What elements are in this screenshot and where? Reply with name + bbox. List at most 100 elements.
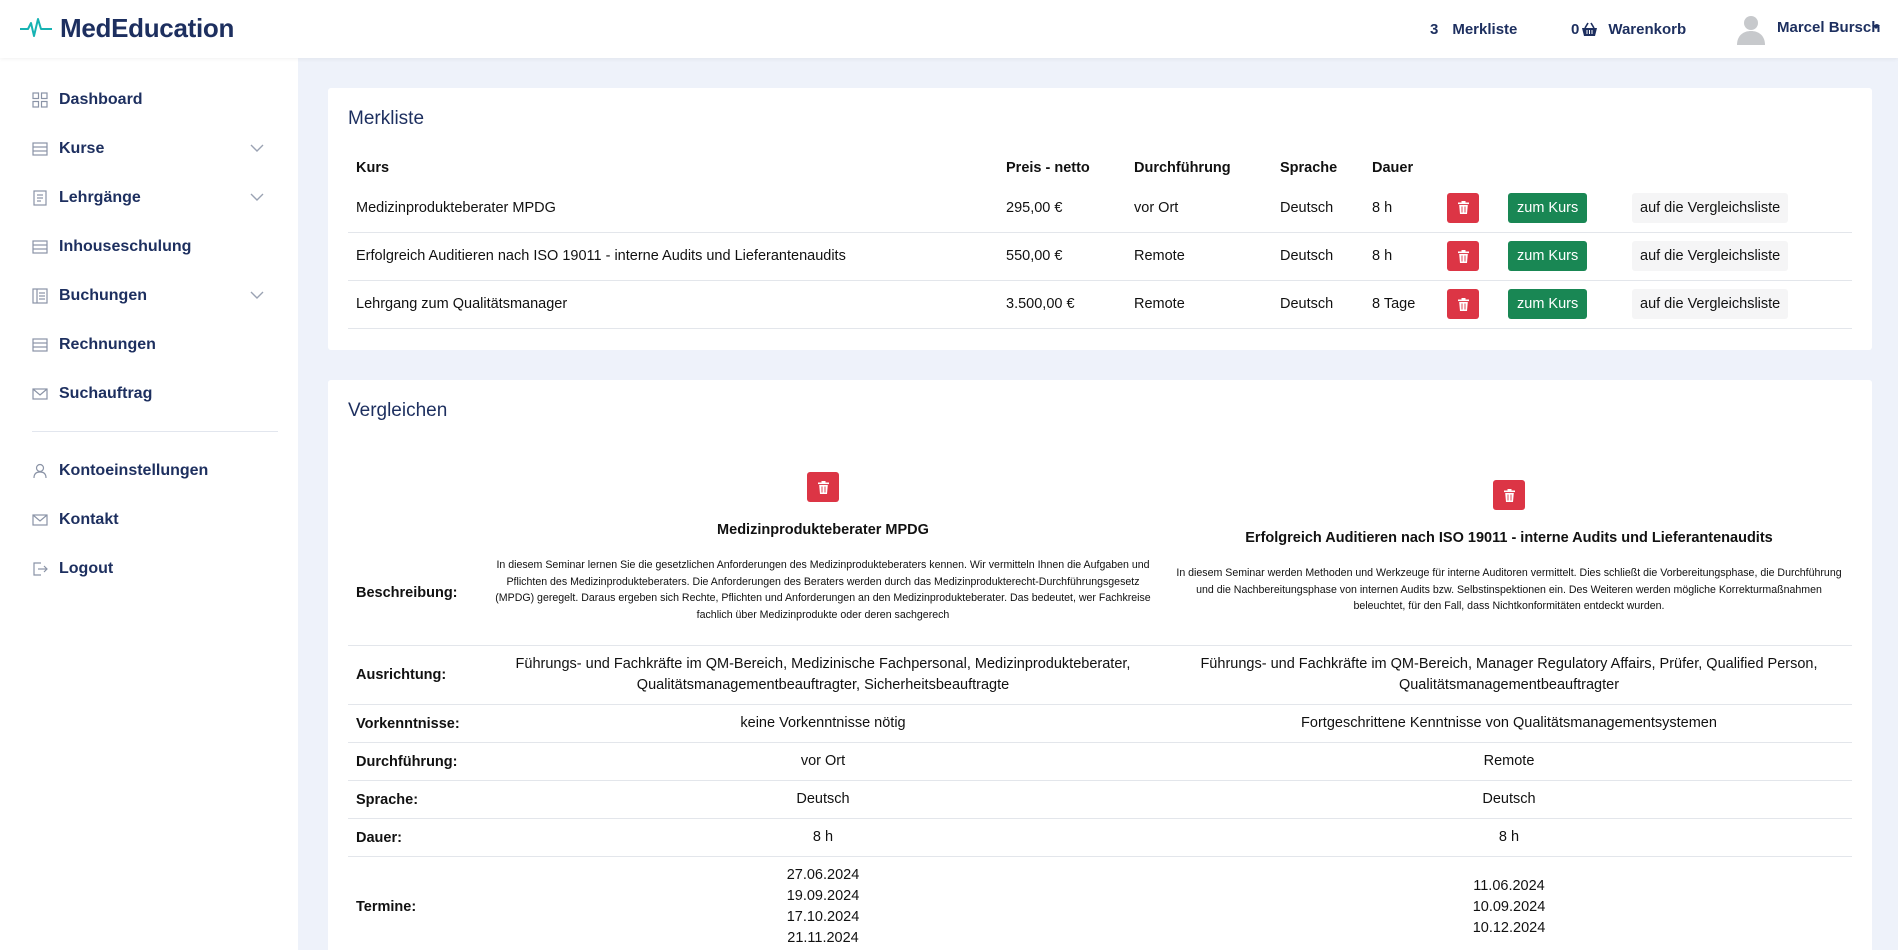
user-name[interactable]: Marcel Bursch bbox=[1777, 19, 1880, 36]
logo[interactable]: MedEducation bbox=[20, 12, 234, 44]
cart-link[interactable]: 0 Warenkorb bbox=[1571, 19, 1686, 39]
cell-durchfuehrung: Remote bbox=[1126, 280, 1272, 329]
sidebar-item-label: Inhouseschulung bbox=[59, 238, 192, 255]
sidebar-item-kontakt[interactable]: Kontakt bbox=[32, 508, 264, 532]
remove-compare-button[interactable] bbox=[1493, 480, 1525, 511]
sidebar-item-label: Kontakt bbox=[59, 511, 119, 528]
cell-durchfuehrung: vor Ort bbox=[1126, 184, 1272, 233]
delete-button[interactable] bbox=[1447, 192, 1479, 223]
compare-value: Deutsch bbox=[480, 780, 1166, 819]
trash-icon bbox=[817, 480, 829, 494]
caret-down-icon[interactable] bbox=[1871, 23, 1881, 31]
row-label: Sprache: bbox=[348, 780, 480, 819]
compare-row-durchfuehrung: Durchführung: vor Ort Remote bbox=[348, 742, 1852, 781]
compare-value: 8 h bbox=[480, 818, 1166, 857]
compare-row-sprache: Sprache: Deutsch Deutsch bbox=[348, 780, 1852, 819]
ledger-icon bbox=[32, 288, 48, 304]
sidebar-item-dashboard[interactable]: Dashboard bbox=[32, 88, 264, 112]
cell-preis: 3.500,00 € bbox=[998, 280, 1126, 329]
sidebar-item-lehrgaenge[interactable]: Lehrgänge bbox=[32, 186, 264, 210]
cell-kurs: Lehrgang zum Qualitätsmanager bbox=[348, 280, 998, 329]
compare-value: 8 h bbox=[1166, 818, 1852, 857]
column-header: Durchführung bbox=[1134, 160, 1231, 176]
column-header: Preis - netto bbox=[1006, 160, 1090, 176]
column-header: Kurs bbox=[356, 160, 390, 176]
compare-value: Deutsch bbox=[1166, 780, 1852, 819]
row-label: Vorkenntnisse: bbox=[348, 704, 480, 743]
sidebar-item-kontoeinstellungen[interactable]: Kontoeinstellungen bbox=[32, 459, 264, 483]
sidebar-item-buchungen[interactable]: Buchungen bbox=[32, 284, 264, 308]
compare-value: vor Ort bbox=[480, 742, 1166, 781]
chevron-down-icon[interactable] bbox=[250, 193, 264, 202]
row-label: Beschreibung: bbox=[348, 462, 480, 646]
date-item: 19.09.2024 bbox=[786, 888, 860, 904]
compare-dates: 11.06.2024 10.09.2024 10.12.2024 bbox=[1166, 856, 1852, 950]
delete-button[interactable] bbox=[1447, 241, 1479, 271]
date-item: 21.11.2024 bbox=[787, 930, 859, 946]
table-row: Erfolgreich Auditieren nach ISO 19011 - … bbox=[348, 232, 1852, 281]
sidebar-item-label: Suchauftrag bbox=[59, 385, 153, 402]
cell-dauer: 8 h bbox=[1364, 184, 1439, 233]
user-icon bbox=[32, 463, 48, 479]
add-to-compare-button[interactable]: auf die Vergleichsliste bbox=[1632, 241, 1789, 271]
to-course-button[interactable]: zum Kurs bbox=[1508, 241, 1588, 271]
sidebar-item-label: Kontoeinstellungen bbox=[59, 462, 209, 479]
merkliste-label: Merkliste bbox=[1452, 20, 1518, 38]
sidebar-item-suchauftrag[interactable]: Suchauftrag bbox=[32, 382, 264, 406]
logout-icon bbox=[32, 561, 48, 577]
avatar[interactable] bbox=[1735, 13, 1767, 45]
cell-dauer: 8 h bbox=[1364, 232, 1439, 281]
sidebar-item-label: Kurse bbox=[59, 140, 105, 157]
chevron-down-icon[interactable] bbox=[250, 291, 264, 300]
date-item: 17.10.2024 bbox=[786, 909, 860, 925]
cart-count: 0 bbox=[1571, 20, 1580, 38]
sidebar-item-label: Rechnungen bbox=[59, 336, 156, 353]
trash-icon bbox=[1457, 297, 1469, 311]
sidebar-item-label: Dashboard bbox=[59, 91, 143, 108]
delete-button[interactable] bbox=[1447, 289, 1479, 319]
top-bar: MedEducation 3 Merkliste 0 Warenkorb Mar… bbox=[0, 0, 1898, 58]
compare-row-vorkenntnisse: Vorkenntnisse: keine Vorkenntnisse nötig… bbox=[348, 704, 1852, 743]
merkliste-title: Merkliste bbox=[348, 108, 425, 129]
table-header-row: Kurs Preis - netto Durchführung Sprache … bbox=[348, 152, 1852, 184]
compare-value: Remote bbox=[1166, 742, 1852, 781]
add-to-compare-button[interactable]: auf die Vergleichsliste bbox=[1632, 192, 1789, 223]
compare-row-termine: Termine: 27.06.2024 19.09.2024 17.10.202… bbox=[348, 856, 1852, 950]
remove-compare-button[interactable] bbox=[807, 472, 839, 502]
sidebar: Dashboard Kurse Lehrgänge Inhouseschulun… bbox=[0, 58, 298, 950]
row-label: Dauer: bbox=[348, 818, 480, 857]
merkliste-link[interactable]: 3 Merkliste bbox=[1430, 19, 1517, 39]
merkliste-table: Kurs Preis - netto Durchführung Sprache … bbox=[348, 152, 1852, 329]
compare-course-description: In diesem Seminar lernen Sie die gesetzl… bbox=[495, 559, 1151, 621]
compare-row-ausrichtung: Ausrichtung: Führungs- und Fachkräfte im… bbox=[348, 645, 1852, 705]
cell-sprache: Deutsch bbox=[1272, 232, 1364, 281]
to-course-button[interactable]: zum Kurs bbox=[1508, 289, 1588, 319]
compare-value: Führungs- und Fachkräfte im QM-Bereich, … bbox=[480, 645, 1166, 705]
cell-dauer: 8 Tage bbox=[1364, 280, 1439, 329]
sidebar-item-kurse[interactable]: Kurse bbox=[32, 137, 264, 161]
add-to-compare-button[interactable]: auf die Vergleichsliste bbox=[1632, 289, 1789, 319]
compare-value: keine Vorkenntnisse nötig bbox=[480, 704, 1166, 743]
row-label: Durchführung: bbox=[348, 742, 480, 781]
trash-icon bbox=[1457, 201, 1469, 215]
chevron-down-icon[interactable] bbox=[250, 144, 264, 153]
cell-sprache: Deutsch bbox=[1272, 280, 1364, 329]
grid-icon bbox=[32, 92, 48, 108]
compare-dates: 27.06.2024 19.09.2024 17.10.2024 21.11.2… bbox=[480, 856, 1166, 950]
sidebar-item-inhouseschulung[interactable]: Inhouseschulung bbox=[32, 235, 264, 259]
sidebar-item-label: Lehrgänge bbox=[59, 189, 141, 206]
date-item: 10.12.2024 bbox=[1472, 919, 1546, 936]
merkliste-card: Merkliste Kurs Preis - netto Durchführun… bbox=[328, 88, 1872, 350]
cart-label: Warenkorb bbox=[1608, 20, 1687, 38]
sidebar-item-rechnungen[interactable]: Rechnungen bbox=[32, 333, 264, 357]
compare-title: Vergleichen bbox=[348, 400, 448, 421]
table-row: Medizinprodukteberater MPDG 295,00 € vor… bbox=[348, 184, 1852, 233]
list-icon bbox=[32, 337, 48, 353]
list-icon bbox=[32, 239, 48, 255]
date-item: 10.09.2024 bbox=[1472, 898, 1546, 915]
compare-course-title: Medizinprodukteberater MPDG bbox=[717, 522, 929, 538]
compare-value: Führungs- und Fachkräfte im QM-Bereich, … bbox=[1166, 645, 1852, 705]
sidebar-item-logout[interactable]: Logout bbox=[32, 557, 264, 581]
to-course-button[interactable]: zum Kurs bbox=[1508, 192, 1588, 223]
document-icon bbox=[32, 190, 48, 206]
